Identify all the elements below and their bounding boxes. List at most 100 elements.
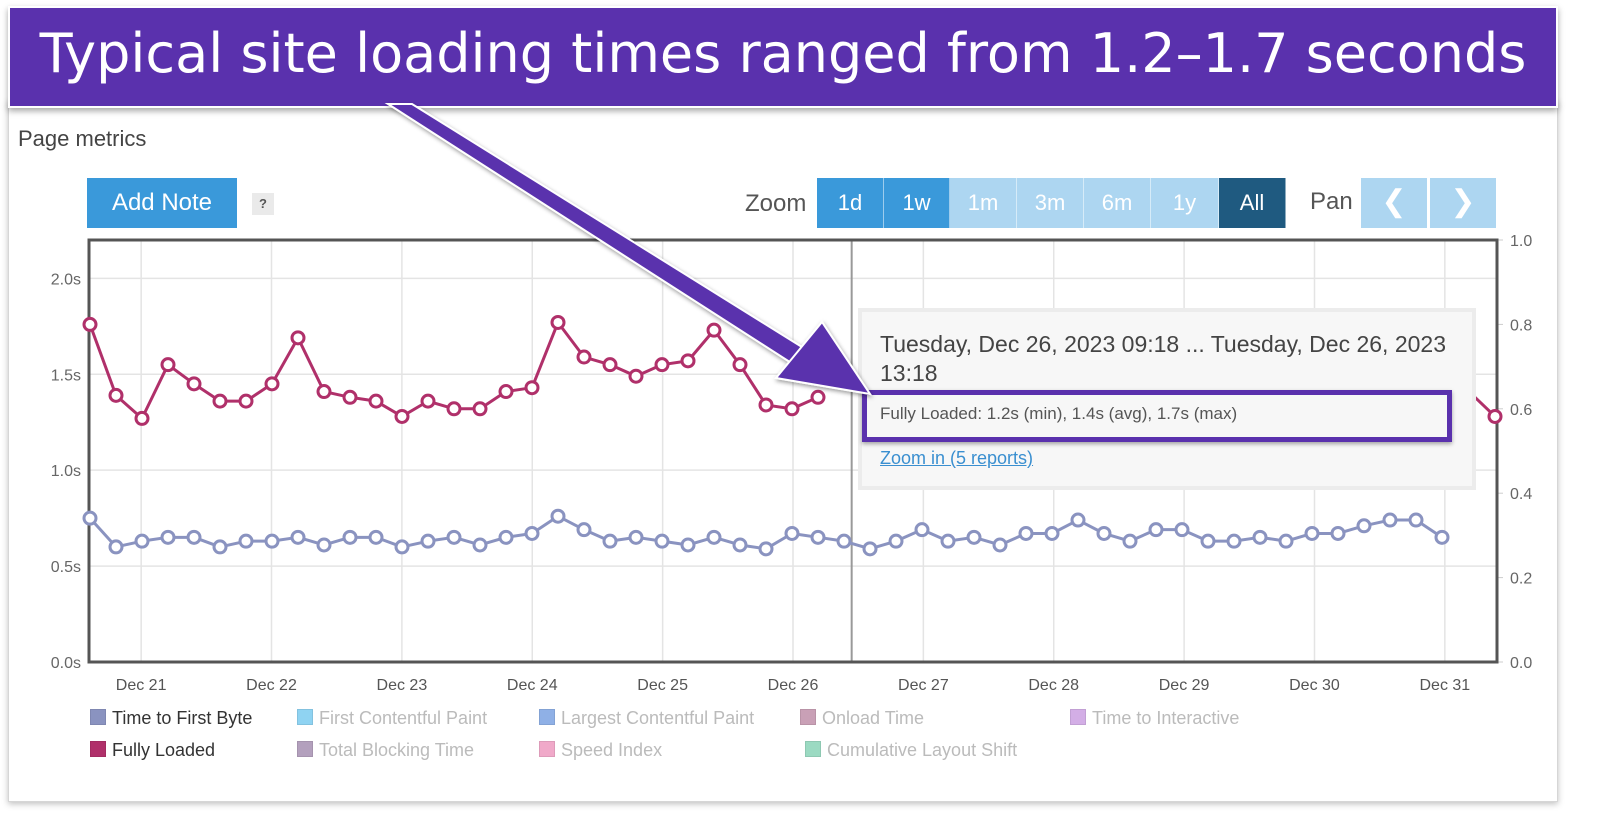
data-point: [160, 529, 176, 545]
data-point: [316, 537, 332, 553]
data-point: [1200, 533, 1216, 549]
legend-label: Time to Interactive: [1092, 708, 1240, 728]
data-point: [472, 537, 488, 553]
legend-swatch: [90, 709, 106, 725]
data-point: [264, 533, 280, 549]
data-point: [654, 533, 670, 549]
headline-text: Typical site loading times ranged from 1…: [39, 22, 1527, 85]
y-tick-label: 0.0s: [51, 655, 81, 672]
data-point: [108, 539, 124, 555]
data-point: [1122, 533, 1138, 549]
legend-item-onload-time[interactable]: Onload Time: [800, 708, 924, 729]
data-point: [1356, 518, 1372, 534]
y-tick-label: 0.5s: [51, 559, 81, 576]
legend-label: Speed Index: [561, 740, 663, 760]
legend-item-first-contentful-paint[interactable]: First Contentful Paint: [297, 708, 487, 729]
legend-swatch: [297, 709, 313, 725]
legend-swatch: [539, 741, 555, 757]
data-point: [1044, 525, 1060, 541]
data-point: [524, 525, 540, 541]
x-tick-label: Dec 24: [507, 677, 558, 694]
data-point: [342, 389, 358, 405]
data-point: [550, 314, 566, 330]
data-point: [784, 401, 800, 417]
legend-item-total-blocking-time[interactable]: Total Blocking Time: [297, 740, 474, 761]
data-point: [1226, 533, 1242, 549]
data-point: [1018, 525, 1034, 541]
data-point: [1096, 525, 1112, 541]
legend-item-time-to-first-byte[interactable]: Time to First Byte: [90, 708, 252, 729]
data-point: [862, 541, 878, 557]
data-point: [914, 522, 930, 538]
legend-label: Fully Loaded: [112, 740, 216, 760]
x-tick-label: Dec 25: [637, 677, 688, 694]
data-point: [290, 529, 306, 545]
data-point: [1252, 529, 1268, 545]
data-point: [134, 533, 150, 549]
data-point: [212, 539, 228, 555]
x-tick-label: Dec 23: [377, 677, 428, 694]
y-right-tick-label: 0.8: [1510, 317, 1532, 334]
data-point: [758, 397, 774, 413]
data-point: [394, 408, 410, 424]
data-point: [706, 322, 722, 338]
data-point: [810, 529, 826, 545]
data-point: [576, 522, 592, 538]
x-tick-label: Dec 22: [246, 677, 297, 694]
legend-swatch: [90, 741, 106, 757]
data-point: [134, 410, 150, 426]
x-tick-label: Dec 28: [1028, 677, 1079, 694]
data-point: [1070, 512, 1086, 528]
legend-swatch: [805, 741, 821, 757]
legend-item-fully-loaded[interactable]: Fully Loaded: [90, 740, 215, 761]
data-point: [394, 539, 410, 555]
data-point: [1148, 522, 1164, 538]
legend-swatch: [297, 741, 313, 757]
legend-item-largest-contentful-paint[interactable]: Largest Contentful Paint: [539, 708, 754, 729]
data-point: [108, 387, 124, 403]
data-point: [680, 537, 696, 553]
data-point: [238, 533, 254, 549]
data-point: [732, 537, 748, 553]
data-point: [888, 533, 904, 549]
data-point: [82, 316, 98, 332]
x-tick-label: Dec 26: [768, 677, 819, 694]
data-point: [186, 529, 202, 545]
data-point: [160, 357, 176, 373]
data-point: [186, 376, 202, 392]
data-point: [342, 529, 358, 545]
data-point: [758, 541, 774, 557]
data-point: [212, 393, 228, 409]
data-point: [810, 389, 826, 405]
legend-item-cumulative-layout-shift[interactable]: Cumulative Layout Shift: [805, 740, 1017, 761]
y-right-tick-label: 0.0: [1510, 655, 1532, 672]
legend-item-time-to-interactive[interactable]: Time to Interactive: [1070, 708, 1239, 729]
data-point: [784, 525, 800, 541]
data-point: [290, 330, 306, 346]
legend-label: Cumulative Layout Shift: [827, 740, 1018, 760]
data-point: [1487, 408, 1503, 424]
zoom-in-link[interactable]: Zoom in (5 reports): [880, 448, 1033, 469]
data-point: [1434, 529, 1450, 545]
legend-item-speed-index[interactable]: Speed Index: [539, 740, 662, 761]
data-point: [238, 393, 254, 409]
data-point: [1174, 522, 1190, 538]
legend-swatch: [800, 709, 816, 725]
legend-label: Total Blocking Time: [319, 740, 475, 760]
data-point: [628, 529, 644, 545]
data-point: [836, 533, 852, 549]
y-tick-label: 1.5s: [51, 367, 81, 384]
data-point: [446, 529, 462, 545]
data-point: [940, 533, 956, 549]
data-point: [82, 510, 98, 526]
x-tick-label: Dec 30: [1289, 677, 1340, 694]
x-tick-label: Dec 27: [898, 677, 949, 694]
x-tick-label: Dec 21: [116, 677, 167, 694]
legend-swatch: [539, 709, 555, 725]
data-point: [706, 529, 722, 545]
legend-label: Largest Contentful Paint: [561, 708, 755, 728]
data-point: [1278, 533, 1294, 549]
data-point: [1304, 525, 1320, 541]
data-point: [264, 376, 280, 392]
legend-swatch: [1070, 709, 1086, 725]
